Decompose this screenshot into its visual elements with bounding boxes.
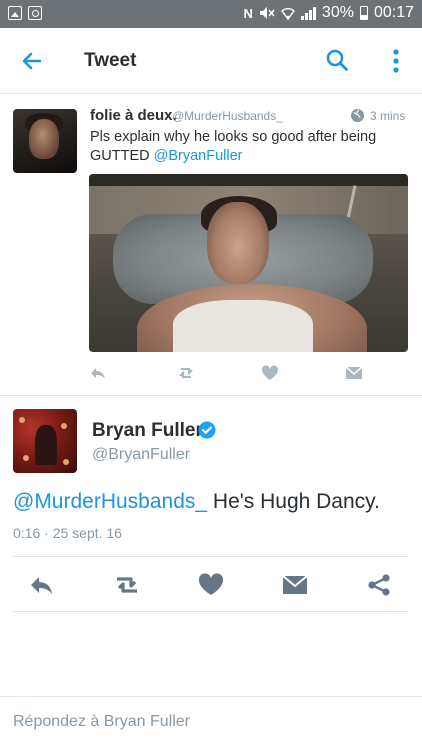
more-vertical-icon[interactable] <box>386 48 406 74</box>
battery-percent: 30% <box>321 4 354 21</box>
tweet-text-body: He's Hugh Dancy. <box>207 490 380 513</box>
reply-bar <box>0 696 422 750</box>
notification-icons <box>8 6 42 20</box>
bag-icon <box>28 6 42 20</box>
status-bar: N 30% 00:17 <box>0 0 422 28</box>
tweet-image[interactable] <box>89 174 408 352</box>
tweet-timestamp[interactable]: 0:16 · 25 sept. 16 <box>13 525 122 541</box>
tweet-actions <box>89 364 389 384</box>
reply-icon[interactable] <box>89 364 107 382</box>
signal-icon <box>300 6 316 20</box>
back-arrow-icon[interactable] <box>20 49 44 73</box>
mention-link[interactable]: @BryanFuller <box>154 148 243 164</box>
message-icon[interactable] <box>345 364 363 382</box>
mention-link[interactable]: @MurderHusbands_ <box>13 490 207 513</box>
clock: 00:17 <box>373 4 414 21</box>
like-icon[interactable] <box>261 364 279 382</box>
avatar[interactable] <box>13 409 77 473</box>
system-icons: N 30% 00:17 <box>244 4 414 22</box>
mute-icon <box>259 7 275 19</box>
reply-input[interactable] <box>13 713 408 731</box>
display-name[interactable]: Bryan Fuller <box>92 420 203 442</box>
user-handle[interactable]: @MurderHusbands_ <box>172 109 283 123</box>
display-name[interactable]: folie à deux. <box>90 107 177 124</box>
avatar[interactable] <box>13 109 77 173</box>
user-handle[interactable]: @BryanFuller <box>92 446 190 464</box>
image-icon <box>8 6 22 20</box>
tweet-time: 3 mins <box>370 109 406 123</box>
reply-icon[interactable] <box>29 573 55 597</box>
wifi-icon <box>280 8 295 20</box>
verified-badge-icon <box>198 421 216 439</box>
app-bar: Tweet <box>0 28 422 94</box>
tweet-text: Pls explain why he looks so good after b… <box>90 128 400 166</box>
like-icon[interactable] <box>198 573 224 597</box>
globe-icon <box>350 108 365 123</box>
nfc-icon: N <box>243 5 253 21</box>
tweet-actions <box>13 556 408 612</box>
retweet-icon[interactable] <box>177 364 195 382</box>
tweet-text: @MurderHusbands_ He's Hugh Dancy. <box>13 490 380 514</box>
search-icon[interactable] <box>325 48 349 72</box>
page-title: Tweet <box>84 50 137 71</box>
share-icon[interactable] <box>366 573 392 597</box>
message-icon[interactable] <box>282 573 308 597</box>
original-tweet[interactable]: folie à deux. @MurderHusbands_ 3 mins Pl… <box>0 94 422 396</box>
battery-icon <box>359 6 368 20</box>
retweet-icon[interactable] <box>111 573 143 597</box>
